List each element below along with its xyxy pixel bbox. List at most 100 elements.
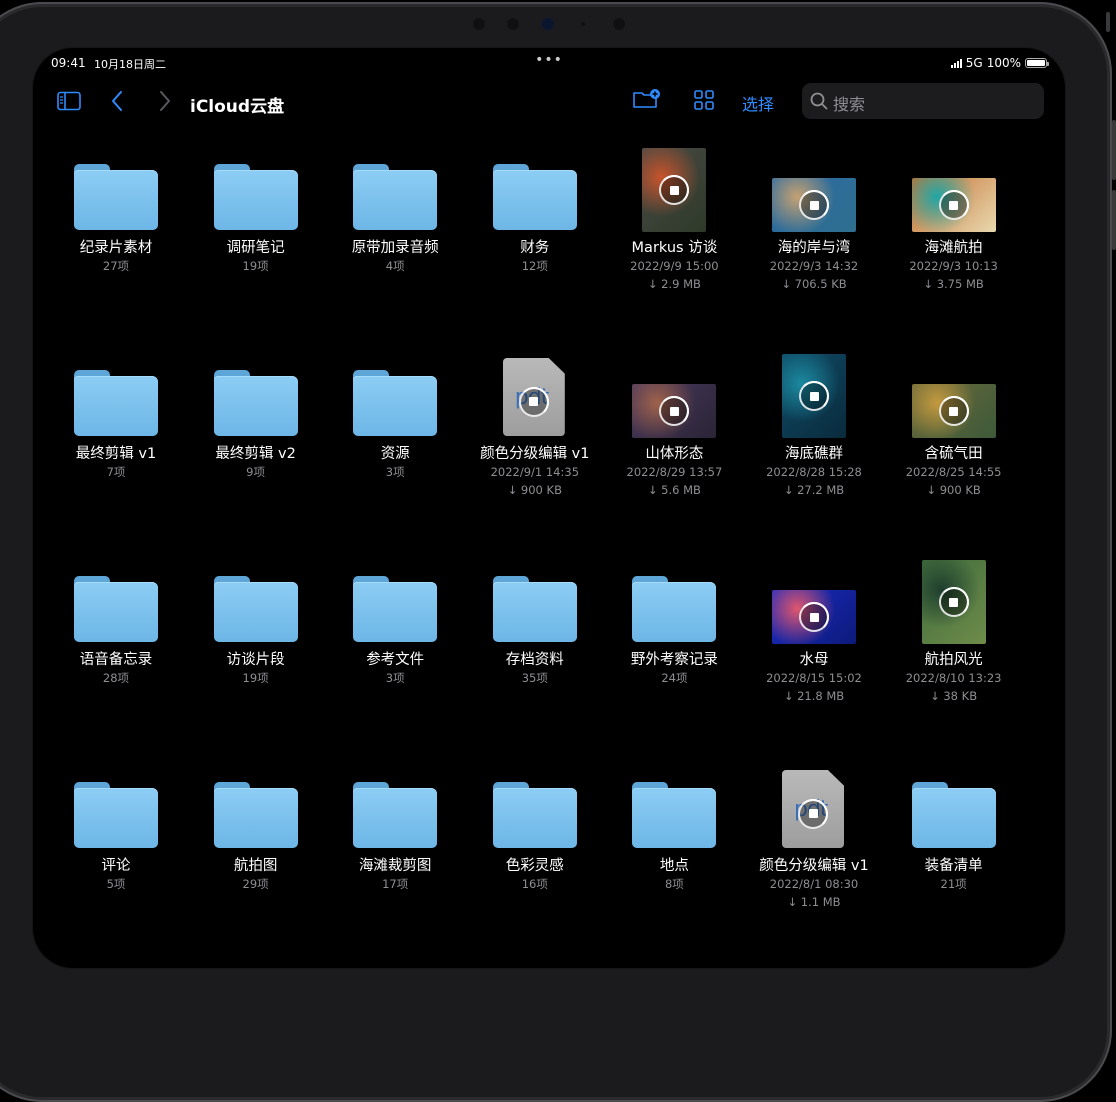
pdf-document-icon: pdt [744, 758, 884, 852]
item-name: 存档资料 [505, 652, 564, 668]
item-size: ↓ 3.75 MB [923, 277, 984, 291]
forward-chevron-icon[interactable] [158, 90, 172, 116]
multitasking-dots[interactable]: ••• [535, 52, 563, 68]
folder-item[interactable]: 访谈片段 19项 [186, 552, 326, 687]
folder-item[interactable]: 调研笔记 19项 [186, 140, 326, 275]
folder-item[interactable]: 参考文件 3项 [325, 552, 465, 687]
folder-item[interactable]: 资源 3项 [325, 346, 465, 481]
folder-item[interactable]: 最终剪辑 v1 7项 [46, 346, 186, 481]
search-field[interactable]: 搜索 [802, 83, 1044, 119]
folder-item[interactable]: 纪录片素材 27项 [46, 140, 186, 275]
video-item[interactable]: 含硫气田 2022/8/25 14:55 ↓ 900 KB [884, 346, 1024, 499]
folder-item[interactable]: 评论 5项 [46, 758, 186, 893]
item-count: 8项 [664, 877, 684, 891]
video-item[interactable]: 山体形态 2022/8/29 13:57 ↓ 5.6 MB [604, 346, 744, 499]
video-item[interactable]: 航拍风光 2022/8/10 13:23 ↓ 38 KB [884, 552, 1024, 705]
item-size: ↓ 706.5 KB [781, 277, 847, 291]
item-name: 资源 [380, 446, 410, 462]
folder-item[interactable]: 存档资料 35项 [465, 552, 605, 687]
video-thumbnail [744, 552, 884, 646]
item-size: ↓ 900 KB [926, 483, 981, 497]
folder-item[interactable]: 原带加录音频 4项 [325, 140, 465, 275]
download-progress-icon [799, 602, 829, 632]
status-bar: 09:41 10月18日周二 ••• 5G 100% [51, 52, 1049, 72]
download-progress-icon [938, 190, 969, 220]
cellular-signal-icon [950, 58, 962, 68]
video-thumbnail [604, 346, 744, 440]
camera-sensor [506, 17, 520, 31]
item-name: 地点 [659, 858, 689, 874]
folder-icon [325, 140, 465, 234]
item-name: 调研笔记 [226, 240, 285, 256]
new-folder-icon[interactable] [632, 88, 662, 114]
network-type: 5G [965, 56, 983, 70]
status-right: 5G 100% [950, 56, 1049, 70]
grid-view-icon[interactable] [694, 90, 714, 114]
video-item[interactable]: Markus 访谈 2022/9/9 15:00 ↓ 2.9 MB [604, 140, 744, 293]
folder-item[interactable]: 海滩裁剪图 17项 [325, 758, 465, 893]
item-size: ↓ 1.1 MB [787, 895, 841, 909]
item-name: Markus 访谈 [631, 240, 718, 256]
item-name: 航拍图 [233, 858, 278, 874]
folder-icon [46, 346, 186, 440]
search-icon [810, 92, 828, 110]
item-count: 28项 [102, 671, 130, 685]
folder-icon [186, 758, 326, 852]
video-item[interactable]: 海的岸与湾 2022/9/3 14:32 ↓ 706.5 KB [744, 140, 884, 293]
item-count: 3项 [385, 671, 405, 685]
folder-item[interactable]: 财务 12项 [465, 140, 605, 275]
folder-icon [884, 758, 1024, 852]
back-chevron-icon[interactable] [110, 90, 124, 116]
folder-item[interactable]: 野外考察记录 24项 [604, 552, 744, 687]
folder-icon [46, 140, 186, 234]
power-button [1106, 12, 1110, 32]
download-progress-icon [798, 798, 828, 829]
item-count: 7项 [106, 465, 126, 479]
folder-item[interactable]: 色彩灵感 16项 [465, 758, 605, 893]
toolbar: iCloud云盘 选择 搜索 [33, 83, 1065, 126]
document-item[interactable]: pdt 颜色分级编辑 v1 2022/9/1 14:35 ↓ 900 KB [465, 346, 605, 499]
item-date: 2022/8/10 13:23 [905, 671, 1002, 685]
item-count: 29项 [242, 877, 269, 891]
item-date: 2022/8/15 15:02 [766, 671, 862, 685]
download-progress-icon [659, 175, 690, 205]
item-count: 17项 [382, 877, 409, 891]
folder-item[interactable]: 地点 8项 [604, 758, 744, 893]
files-app-screen: 09:41 10月18日周二 ••• 5G 100% iCloud云盘 选择 搜… [33, 48, 1065, 968]
item-name: 颜色分级编辑 v1 [480, 446, 590, 462]
item-count: 27项 [102, 259, 130, 273]
select-button[interactable]: 选择 [742, 91, 774, 115]
item-size: ↓ 38 KB [930, 689, 978, 703]
item-name: 野外考察记录 [630, 652, 718, 668]
item-count: 21项 [940, 877, 967, 891]
pdf-document-icon: pdt [465, 346, 605, 440]
item-count: 9项 [246, 465, 265, 479]
video-thumbnail [744, 346, 884, 440]
folder-item[interactable]: 最终剪辑 v2 9项 [186, 346, 326, 481]
download-progress-icon [938, 396, 969, 426]
folder-icon [604, 758, 744, 852]
item-count: 3项 [385, 465, 405, 479]
page-title: iCloud云盘 [190, 97, 285, 117]
video-item[interactable]: 海滩航拍 2022/9/3 10:13 ↓ 3.75 MB [884, 140, 1024, 293]
video-item[interactable]: 海底礁群 2022/8/28 15:28 ↓ 27.2 MB [744, 346, 884, 499]
folder-item[interactable]: 航拍图 29项 [186, 758, 326, 893]
folder-icon [604, 552, 744, 646]
ambient-sensor [580, 21, 586, 27]
folder-item[interactable]: 语音备忘录 28项 [46, 552, 186, 687]
video-thumbnail [744, 140, 884, 234]
folder-item[interactable]: 装备清单 21项 [884, 758, 1024, 893]
sidebar-toggle-icon[interactable] [57, 91, 81, 115]
document-item[interactable]: pdt 颜色分级编辑 v1 2022/8/1 08:30 ↓ 1.1 MB [744, 758, 884, 911]
folder-icon [186, 346, 326, 440]
item-name: 财务 [520, 240, 550, 256]
item-name: 海底礁群 [785, 446, 843, 462]
item-name: 色彩灵感 [505, 858, 564, 874]
item-date: 2022/9/9 15:00 [630, 259, 719, 273]
video-thumbnail [604, 140, 744, 234]
item-size: ↓ 5.6 MB [647, 483, 701, 497]
item-count: 19项 [242, 259, 269, 273]
video-item[interactable]: 水母 2022/8/15 15:02 ↓ 21.8 MB [744, 552, 884, 705]
front-camera [541, 17, 555, 31]
camera-sensor [472, 17, 486, 31]
